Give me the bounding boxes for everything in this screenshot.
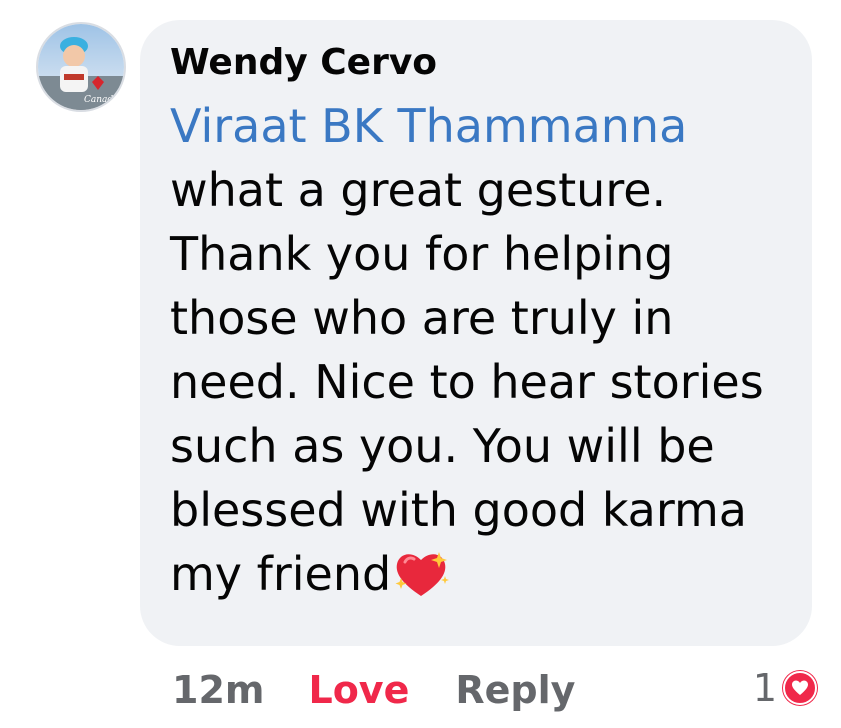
comment-actions: 12m Love Reply — [172, 664, 575, 716]
comment-page: Canada Wendy Cervo Viraat BK Thammanna w… — [0, 0, 841, 728]
love-reaction-icon — [783, 671, 817, 705]
comment-line-3: those who are truly in — [170, 291, 674, 345]
comment-line-4: need. Nice to hear stories — [170, 355, 764, 409]
comment-line-5: such as you. You will be — [170, 419, 715, 473]
comment-line-1: what a great gesture. — [170, 163, 667, 217]
sparkling-heart-emoji-icon — [393, 550, 451, 616]
avatar-photo-icon: Canada — [38, 24, 124, 110]
comment-bubble: Wendy Cervo Viraat BK Thammanna what a g… — [140, 20, 812, 646]
avatar[interactable]: Canada — [36, 22, 126, 112]
mention-link[interactable]: Viraat BK Thammanna — [170, 94, 784, 158]
reaction-summary[interactable]: 1 — [753, 666, 817, 710]
comment-line-6: blessed with good karma — [170, 483, 747, 537]
comment-line-7-wrap: my friend — [170, 542, 784, 616]
svg-text:Canada: Canada — [84, 95, 119, 105]
reaction-count: 1 — [752, 666, 777, 710]
love-button[interactable]: Love — [308, 668, 409, 712]
comment-timestamp: 12m — [172, 668, 265, 712]
comment-line-7: my friend — [170, 547, 392, 601]
comment-line-2: Thank you for helping — [170, 227, 674, 281]
comment-author[interactable]: Wendy Cervo — [170, 38, 784, 88]
reply-button[interactable]: Reply — [455, 668, 575, 712]
